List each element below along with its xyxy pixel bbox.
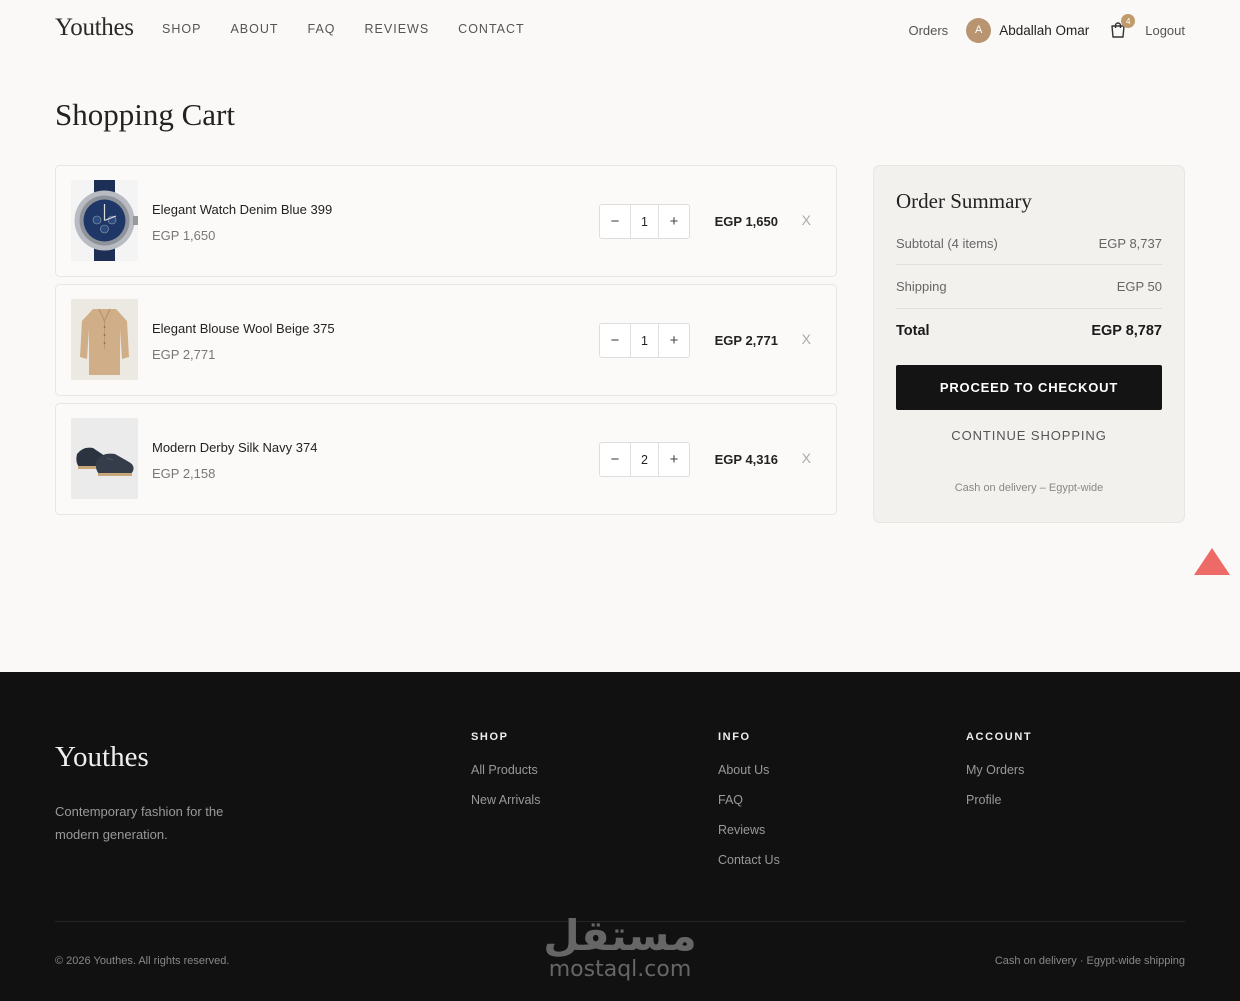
cart-item: Elegant Watch Denim Blue 399 EGP 1,650 −… — [55, 165, 837, 277]
continue-shopping-button[interactable]: CONTINUE SHOPPING — [896, 428, 1162, 443]
order-summary: Order Summary Subtotal (4 items) EGP 8,7… — [873, 165, 1185, 523]
footer-link-my-orders[interactable]: My Orders — [966, 763, 1032, 777]
user-name[interactable]: Abdallah Omar — [999, 23, 1089, 38]
quantity-stepper: − 1 + — [599, 323, 690, 358]
footer-tagline: Contemporary fashion for the modern gene… — [55, 804, 224, 842]
footer-link-contact[interactable]: Contact Us — [718, 853, 780, 867]
item-line-total: EGP 4,316 — [714, 452, 778, 467]
scroll-to-top-button[interactable] — [1194, 548, 1230, 575]
total-label: Total — [896, 323, 930, 339]
nav-about[interactable]: ABOUT — [230, 22, 278, 36]
cart-count-badge: 4 — [1121, 14, 1136, 28]
copyright: © 2026 Youthes. All rights reserved. — [55, 955, 230, 967]
footer-logo[interactable]: Youthes — [55, 741, 149, 774]
item-unit-price: EGP 2,158 — [152, 466, 216, 481]
cart-item: Elegant Blouse Wool Beige 375 EGP 2,771 … — [55, 284, 837, 396]
nav-reviews[interactable]: REVIEWS — [365, 22, 430, 36]
cart-list: Elegant Watch Denim Blue 399 EGP 1,650 −… — [55, 165, 837, 522]
item-name[interactable]: Elegant Blouse Wool Beige 375 — [152, 321, 335, 336]
item-line-total: EGP 1,650 — [714, 214, 778, 229]
shipping-value: EGP 50 — [1116, 279, 1162, 294]
footer-link-about[interactable]: About Us — [718, 763, 780, 777]
quantity-stepper: − 1 + — [599, 204, 690, 239]
main-nav: SHOP ABOUT FAQ REVIEWS CONTACT — [162, 22, 554, 36]
increase-quantity-button[interactable]: + — [659, 324, 689, 357]
site-footer: Youthes Contemporary fashion for the mod… — [0, 672, 1240, 1001]
watermark-arabic: مستقل — [543, 911, 697, 960]
avatar[interactable]: A — [966, 17, 992, 43]
footer-info-column: INFO About Us FAQ Reviews Contact Us — [718, 731, 780, 883]
quantity-value[interactable]: 2 — [630, 443, 659, 476]
decrease-quantity-button[interactable]: − — [600, 324, 630, 357]
header-account: Orders A Abdallah Omar 4 Logout — [908, 14, 1185, 45]
quantity-stepper: − 2 + — [599, 442, 690, 477]
watermark-latin: mostaql.com — [548, 957, 692, 982]
footer-link-faq[interactable]: FAQ — [718, 793, 780, 807]
nav-contact[interactable]: CONTACT — [458, 22, 525, 36]
increase-quantity-button[interactable]: + — [659, 443, 689, 476]
item-line-total: EGP 2,771 — [714, 333, 778, 348]
watermark: مستقل mostaql.com — [520, 914, 720, 982]
proceed-to-checkout-button[interactable]: PROCEED TO CHECKOUT — [896, 365, 1162, 410]
shipping-row: Shipping EGP 50 — [896, 279, 1162, 294]
cart-item: Modern Derby Silk Navy 374 EGP 2,158 − 2… — [55, 403, 837, 515]
subtotal-value: EGP 8,737 — [1098, 236, 1162, 251]
item-unit-price: EGP 2,771 — [152, 347, 216, 362]
footer-heading: SHOP — [471, 731, 509, 743]
quantity-value[interactable]: 1 — [630, 205, 659, 238]
footer-link-profile[interactable]: Profile — [966, 793, 1032, 807]
remove-item-button[interactable]: X — [802, 450, 811, 466]
remove-item-button[interactable]: X — [802, 212, 811, 228]
quantity-value[interactable]: 1 — [630, 324, 659, 357]
product-image-watch[interactable] — [71, 180, 138, 261]
footer-link-reviews[interactable]: Reviews — [718, 823, 780, 837]
page-title: Shopping Cart — [55, 97, 235, 132]
footer-link-new-arrivals[interactable]: New Arrivals — [471, 793, 540, 807]
decrease-quantity-button[interactable]: − — [600, 205, 630, 238]
footer-account-column: ACCOUNT My Orders Profile — [966, 731, 1032, 823]
nav-faq[interactable]: FAQ — [308, 22, 336, 36]
shipping-label: Shipping — [896, 279, 947, 294]
item-name[interactable]: Elegant Watch Denim Blue 399 — [152, 202, 332, 217]
divider — [896, 264, 1162, 265]
site-logo[interactable]: Youthes — [55, 14, 134, 42]
increase-quantity-button[interactable]: + — [659, 205, 689, 238]
site-header: Youthes SHOP ABOUT FAQ REVIEWS CONTACT O… — [0, 0, 1240, 60]
remove-item-button[interactable]: X — [802, 331, 811, 347]
item-name[interactable]: Modern Derby Silk Navy 374 — [152, 440, 317, 455]
item-unit-price: EGP 1,650 — [152, 228, 216, 243]
cart-button[interactable]: 4 — [1109, 14, 1136, 39]
decrease-quantity-button[interactable]: − — [600, 443, 630, 476]
footer-shop-column: SHOP All Products New Arrivals — [471, 731, 540, 823]
divider — [896, 308, 1162, 309]
payment-note: Cash on delivery – Egypt-wide — [954, 482, 1104, 494]
subtotal-row: Subtotal (4 items) EGP 8,737 — [896, 236, 1162, 251]
product-image-blouse[interactable] — [71, 299, 138, 380]
nav-shop[interactable]: SHOP — [162, 22, 201, 36]
total-row: Total EGP 8,787 — [896, 323, 1162, 339]
footer-shipping-note: Cash on delivery · Egypt-wide shipping — [994, 955, 1185, 967]
footer-heading: ACCOUNT — [966, 731, 1033, 743]
footer-heading: INFO — [718, 731, 751, 743]
footer-link-all-products[interactable]: All Products — [471, 763, 540, 777]
product-image-shoes[interactable] — [71, 418, 138, 499]
orders-link[interactable]: Orders — [908, 23, 948, 38]
logout-link[interactable]: Logout — [1145, 23, 1185, 38]
total-value: EGP 8,787 — [1091, 323, 1162, 339]
subtotal-label: Subtotal (4 items) — [896, 236, 998, 251]
summary-title: Order Summary — [896, 189, 1032, 213]
